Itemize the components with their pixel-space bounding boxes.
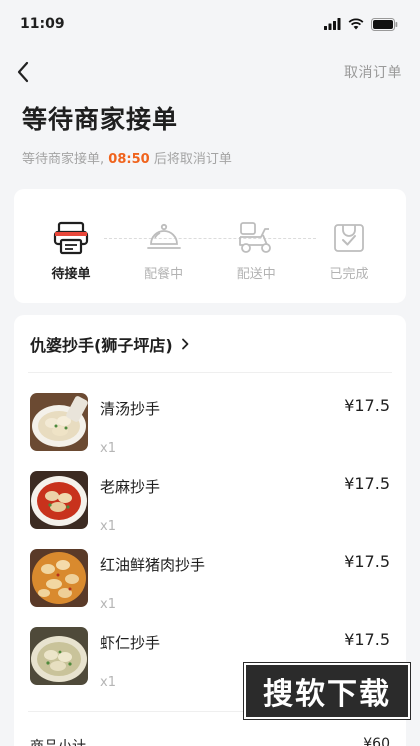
step-preparing: 配餐中 xyxy=(129,219,199,282)
status-time: 11:09 xyxy=(20,16,65,32)
printer-icon xyxy=(52,219,90,257)
item-quantity: x1 xyxy=(100,597,116,612)
chevron-right-icon xyxy=(181,338,189,350)
clear-soup-wonton-photo xyxy=(30,393,88,451)
step-label: 已完成 xyxy=(329,267,369,282)
list-item[interactable]: 红油鲜猪肉抄手 x1 ¥17.5 xyxy=(28,549,392,627)
subtitle-prefix: 等待商家接单, xyxy=(22,152,105,167)
step-delivering: 配送中 xyxy=(221,219,291,282)
step-pending: 待接单 xyxy=(36,219,106,282)
shop-name: 仇婆抄手(狮子坪店) xyxy=(30,335,173,355)
watermark: 搜软下载 xyxy=(244,663,410,719)
status-bar: 11:09 xyxy=(0,0,420,48)
step-completed: 已完成 xyxy=(314,219,384,282)
food-cloche-icon xyxy=(145,219,183,257)
subtitle-suffix: 后将取消订单 xyxy=(153,152,232,167)
item-info: 清汤抄手 x1 ¥17.5 xyxy=(100,393,392,471)
item-quantity: x1 xyxy=(100,519,116,534)
signal-icon xyxy=(324,18,341,30)
step-label: 配送中 xyxy=(236,267,276,282)
item-price: ¥17.5 xyxy=(344,474,390,493)
item-info: 老麻抄手 x1 ¥17.5 xyxy=(100,471,392,549)
item-price: ¥17.5 xyxy=(344,552,390,571)
shrimp-wonton-photo xyxy=(30,627,88,685)
page-title: 等待商家接单 xyxy=(22,105,179,134)
nav-bar: 取消订单 xyxy=(0,48,420,96)
list-item[interactable]: 老麻抄手 x1 ¥17.5 xyxy=(28,471,392,549)
back-button[interactable] xyxy=(16,58,44,86)
item-price: ¥17.5 xyxy=(344,396,390,415)
spicy-wonton-photo xyxy=(30,471,88,529)
subtotal-value: ¥60 xyxy=(363,736,390,746)
step-label: 待接单 xyxy=(51,267,91,282)
item-quantity: x1 xyxy=(100,441,116,456)
subtotal-row: 商品小计 ¥60 xyxy=(28,736,392,746)
page-subtitle: 等待商家接单, 08:50 后将取消订单 xyxy=(0,148,420,167)
step-label: 配餐中 xyxy=(144,267,184,282)
order-steps: 待接单 配餐中 配送中 已完成 xyxy=(14,189,406,282)
shop-link[interactable]: 仇婆抄手(狮子坪店) xyxy=(28,315,392,373)
cancel-order-button[interactable]: 取消订单 xyxy=(344,62,402,82)
countdown-timer: 08:50 xyxy=(108,152,150,167)
red-oil-pork-wonton-photo xyxy=(30,549,88,607)
order-items: 清汤抄手 x1 ¥17.5 老麻抄手 x1 ¥17.5 红油鲜猪肉抄手 x1 ¥… xyxy=(28,373,392,705)
item-info: 红油鲜猪肉抄手 x1 ¥17.5 xyxy=(100,549,392,627)
item-price: ¥17.5 xyxy=(344,630,390,649)
order-progress-card: 待接单 配餐中 配送中 已完成 xyxy=(14,189,406,303)
battery-icon xyxy=(371,17,398,31)
checked-bag-icon xyxy=(330,219,368,257)
delivery-scooter-icon xyxy=(237,219,275,257)
wifi-icon xyxy=(348,18,364,30)
list-item[interactable]: 清汤抄手 x1 ¥17.5 xyxy=(28,393,392,471)
chevron-left-icon xyxy=(17,61,29,83)
subtotal-label: 商品小计 xyxy=(30,736,86,746)
status-icons xyxy=(324,17,398,31)
